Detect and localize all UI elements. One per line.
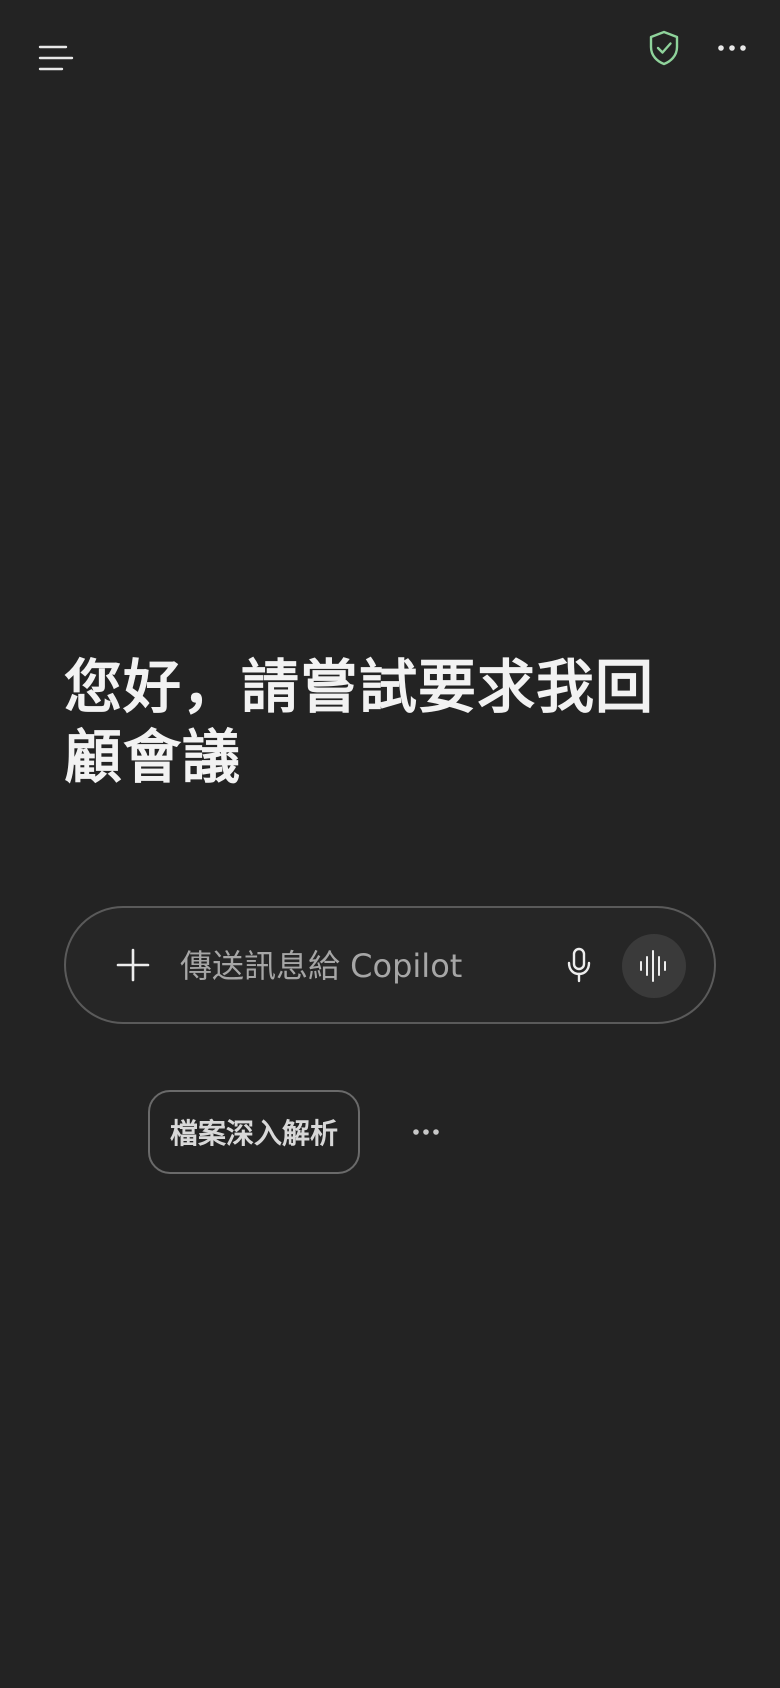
message-input[interactable] bbox=[178, 938, 502, 994]
menu-button[interactable] bbox=[28, 30, 84, 86]
more-suggestions-button[interactable] bbox=[398, 1104, 454, 1160]
more-horizontal-icon bbox=[413, 1129, 439, 1135]
voice-waveform-icon bbox=[640, 950, 666, 982]
add-attachment-button[interactable] bbox=[104, 936, 162, 994]
greeting-heading: 您好，請嘗試要求我回顧會議 bbox=[64, 653, 655, 791]
shield-check-icon bbox=[649, 30, 679, 66]
microphone-icon bbox=[567, 947, 591, 983]
voice-mode-button[interactable] bbox=[622, 934, 686, 998]
privacy-shield-button[interactable] bbox=[638, 20, 690, 76]
plus-icon bbox=[116, 948, 150, 982]
suggestion-chip-label: 檔案深入解析 bbox=[169, 1117, 338, 1150]
menu-icon bbox=[38, 45, 74, 71]
suggestion-chip-file-insights[interactable]: 檔案深入解析 bbox=[148, 1090, 360, 1174]
more-options-button[interactable] bbox=[704, 20, 760, 76]
more-horizontal-icon bbox=[718, 45, 746, 51]
message-composer bbox=[64, 906, 716, 1024]
copilot-home-screen: 您好，請嘗試要求我回顧會議 檔 bbox=[0, 0, 780, 1688]
microphone-button[interactable] bbox=[550, 936, 608, 994]
